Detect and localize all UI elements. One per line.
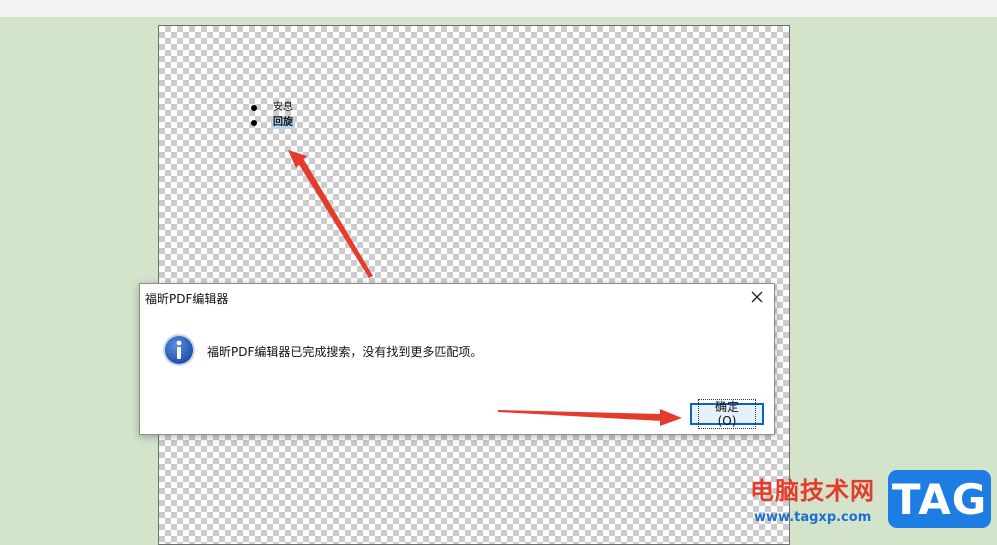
dialog-message: 福昕PDF编辑器已完成搜索，没有找到更多匹配项。 <box>207 345 483 359</box>
watermark-url: www.tagxp.com <box>754 510 872 525</box>
ok-button-label: 确定(O) <box>698 399 756 429</box>
highlighted-search-match: 回旋 <box>271 116 295 129</box>
info-icon <box>163 334 195 366</box>
bullet-dot-icon <box>251 119 257 126</box>
bullet-text: 安息 <box>273 102 293 113</box>
watermark-site-name: 电脑技术网 <box>750 477 875 505</box>
ok-button[interactable]: 确定(O) <box>690 399 764 429</box>
search-complete-dialog: 福昕PDF编辑器 福昕PDF编辑器已完成搜索，没有找到更多匹配项。 确定(O) <box>139 283 775 435</box>
dialog-title: 福昕PDF编辑器 <box>145 292 229 306</box>
top-toolbar-strip <box>0 0 997 17</box>
close-icon <box>751 291 763 303</box>
bullet-dot-icon <box>251 104 257 111</box>
site-watermark: 电脑技术网 www.tagxp.com TAG <box>744 468 997 539</box>
list-item: 安息 <box>251 100 295 115</box>
list-item: 回旋 <box>251 115 295 130</box>
watermark-tag-logo: TAG <box>888 470 991 528</box>
close-button[interactable] <box>746 287 768 307</box>
bullet-list: 安息 回旋 <box>251 100 295 130</box>
